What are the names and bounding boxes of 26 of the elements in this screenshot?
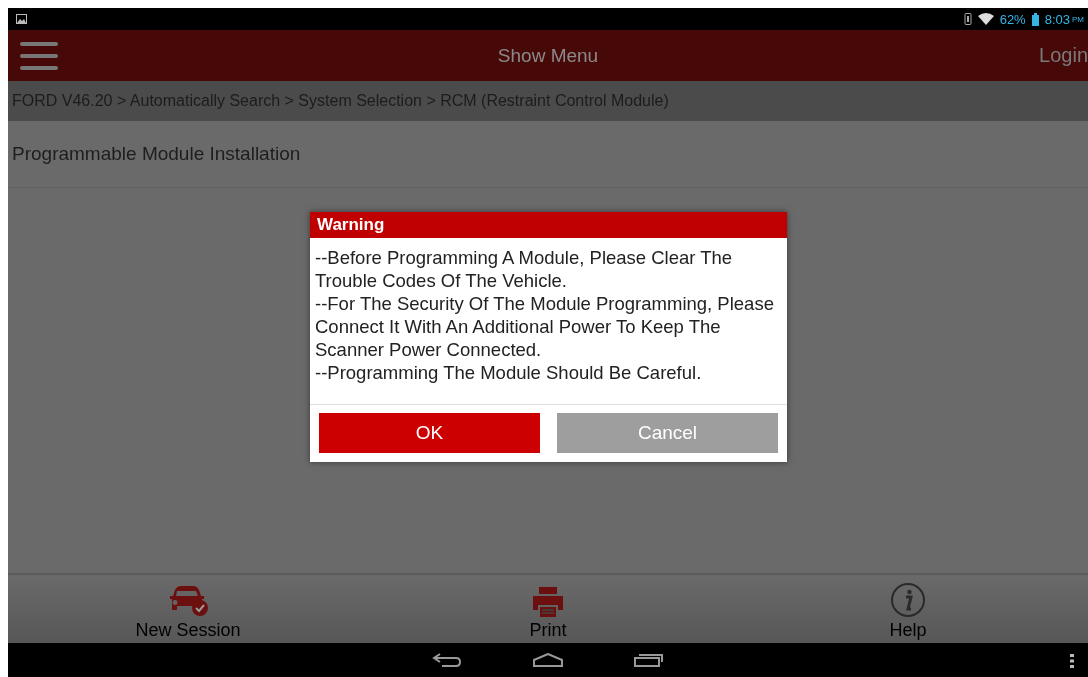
- login-button[interactable]: Login: [1039, 44, 1088, 67]
- battery-percent: 62%: [999, 11, 1026, 27]
- clock-suffix: PM: [1072, 14, 1084, 24]
- dialog-button[interactable]: Cancel: [557, 413, 778, 453]
- toolbar-button[interactable]: New Session: [8, 575, 368, 643]
- home-button[interactable]: [532, 653, 564, 667]
- printer-icon: [531, 586, 565, 618]
- header-title: Show Menu: [497, 44, 599, 67]
- warning-text: --For The Security Of The Module Programming, Please Connect It With An Additional Power To Keep The Scanner Power Connected.: [315, 292, 775, 361]
- back-button[interactable]: [432, 652, 462, 668]
- vibrate-icon: [963, 13, 972, 25]
- info-icon: [890, 582, 926, 618]
- dialog-button[interactable]: OK: [319, 413, 540, 453]
- dialog-title: Warning: [317, 215, 385, 235]
- car-check-icon: [167, 584, 209, 618]
- clock-time: 8:03: [1044, 11, 1070, 27]
- warning-text: --Programming The Module Should Be Careful.: [315, 361, 703, 384]
- page-title: Programmable Module Installation: [12, 143, 301, 165]
- menu-button[interactable]: [20, 41, 58, 70]
- overflow-menu-button[interactable]: [1070, 654, 1074, 668]
- toolbar-button[interactable]: Print: [368, 575, 728, 643]
- image-icon: [16, 14, 27, 24]
- wifi-icon: [977, 13, 994, 25]
- recent-apps-button[interactable]: [634, 653, 664, 667]
- warning-text: --Before Programming A Module, Please Clear The Trouble Codes Of The Vehicle.: [315, 246, 734, 292]
- battery-icon: [1031, 12, 1039, 26]
